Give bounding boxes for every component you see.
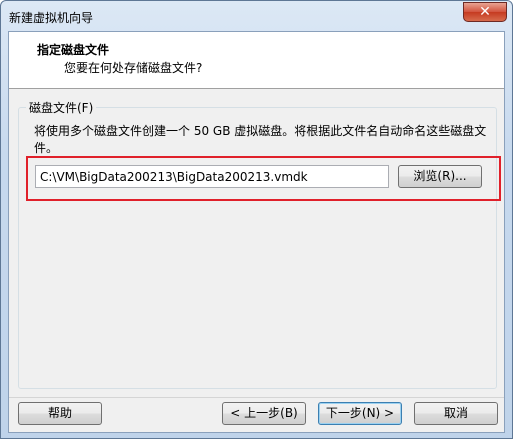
footer-divider: [9, 397, 504, 398]
next-button[interactable]: 下一步(N) >: [318, 402, 402, 425]
close-icon: ✕: [479, 4, 491, 20]
cancel-button[interactable]: 取消: [414, 402, 498, 425]
back-button[interactable]: < 上一步(B): [222, 402, 306, 425]
disk-file-path-input[interactable]: [35, 165, 389, 188]
help-button[interactable]: 帮助: [18, 402, 102, 425]
title-bar[interactable]: 新建虚拟机向导 ✕: [1, 1, 512, 31]
browse-button[interactable]: 浏览(R)...: [398, 165, 482, 188]
close-button[interactable]: ✕: [463, 2, 507, 22]
dialog-client-area: 指定磁盘文件 您要在何处存储磁盘文件? 磁盘文件(F) 将使用多个磁盘文件创建一…: [8, 31, 505, 433]
page-subtitle: 您要在何处存储磁盘文件?: [64, 61, 203, 75]
disk-file-description: 将使用多个磁盘文件创建一个 50 GB 虚拟磁盘。将根据此文件名自动命名这些磁盘…: [34, 124, 487, 155]
wizard-window: 新建虚拟机向导 ✕ 指定磁盘文件 您要在何处存储磁盘文件? 磁盘文件(F) 将使…: [0, 0, 513, 439]
disk-file-group-label: 磁盘文件(F): [26, 99, 97, 116]
window-title: 新建虚拟机向导: [9, 11, 94, 25]
wizard-header: 指定磁盘文件 您要在何处存储磁盘文件?: [9, 32, 504, 89]
page-title: 指定磁盘文件: [37, 43, 110, 57]
